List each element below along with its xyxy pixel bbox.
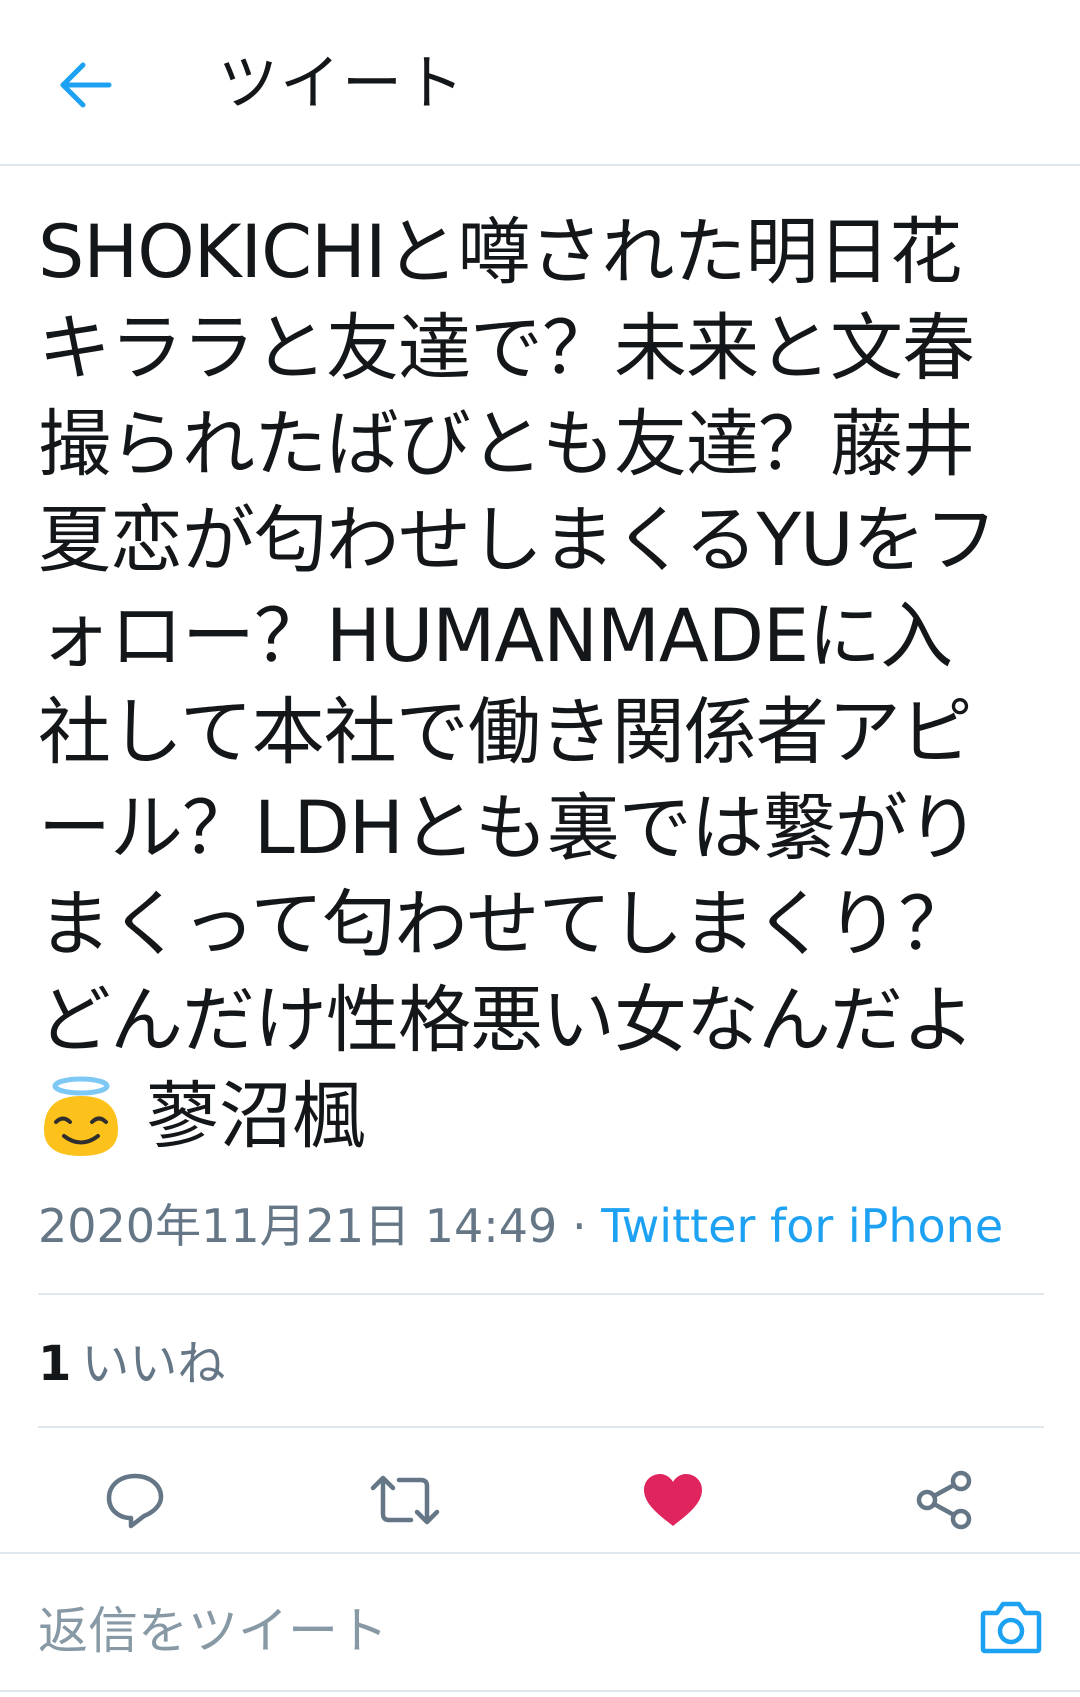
retweet-icon [370, 1475, 440, 1525]
tweet-text-line: 蓼沼楓 [146, 1074, 365, 1159]
heart-icon [644, 1474, 702, 1526]
reply-button[interactable] [90, 1460, 180, 1540]
reply-icon [106, 1473, 164, 1529]
retweet-button[interactable] [360, 1460, 450, 1540]
tweet-source-link[interactable]: Twitter for iPhone [601, 1199, 1003, 1253]
likes-count: 1 [38, 1336, 72, 1392]
share-button[interactable] [900, 1460, 990, 1540]
arrow-left-icon [60, 62, 112, 108]
tweet-text: SHOKICHIと噂された明日花 キララと友達で？未来と文春 撮られたばびとも友… [38, 205, 1048, 1165]
smiling-face-with-halo-icon [44, 1076, 118, 1156]
likes-count-link[interactable]: 1 いいね [38, 1330, 225, 1398]
divider [38, 1293, 1044, 1295]
tweet-text-line: どんだけ性格悪い女なんだよ [38, 978, 975, 1063]
divider [0, 1552, 1080, 1554]
tweet-text-line: 撮られたばびとも友達？藤井 [38, 402, 975, 487]
back-button[interactable] [50, 50, 120, 120]
share-icon [916, 1470, 972, 1530]
top-app-bar: ツイート [0, 0, 1080, 166]
tweet-text-last-line: 蓼沼楓 [38, 1069, 1048, 1165]
tweet-text-line: SHOKICHIと噂された明日花 [38, 210, 962, 295]
camera-button[interactable] [976, 1592, 1046, 1662]
tweet-text-line: キララと友達で？未来と文春 [38, 306, 975, 391]
likes-label: いいね [81, 1336, 226, 1392]
meta-separator: · [557, 1199, 602, 1253]
divider [38, 1426, 1044, 1428]
tweet-meta: 2020年11月21日 14:49 · Twitter for iPhone [38, 1193, 1003, 1259]
tweet-timestamp: 2020年11月21日 14:49 [38, 1199, 558, 1253]
reply-input[interactable]: 返信をツイート [38, 1596, 388, 1666]
page-title: ツイート [218, 49, 466, 119]
tweet-text-line: 夏恋が匂わせしまくるYUをフ [38, 498, 998, 583]
divider [0, 1690, 1080, 1692]
tweet-text-line: ール？LDHとも裏では繋がり [38, 786, 980, 871]
camera-icon [980, 1601, 1042, 1654]
like-button[interactable] [628, 1460, 718, 1540]
tweet-text-line: ォロー？HUMANMADEに入 [38, 594, 953, 679]
tweet-text-line: まくって匂わせてしまくり？ [38, 882, 971, 967]
tweet-text-line: 社して本社で働き関係者アピ [38, 690, 973, 775]
